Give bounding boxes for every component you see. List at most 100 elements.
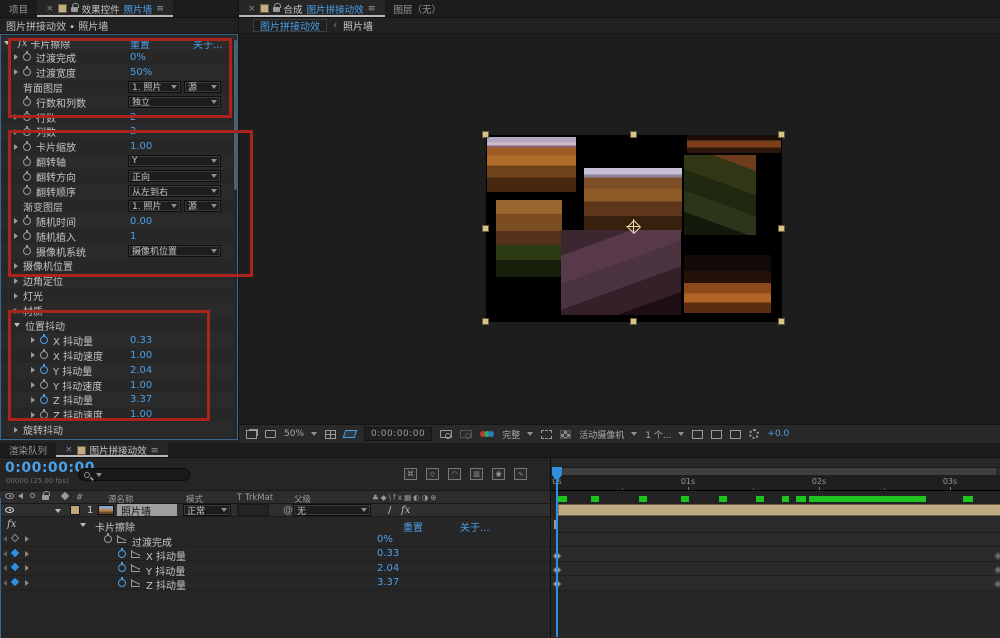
expand-arrow-icon[interactable] [31,352,35,358]
stopwatch-icon[interactable] [23,247,31,255]
layer-expand-icon[interactable] [55,509,61,513]
layer-name[interactable]: 照片墙 [117,504,177,516]
tab-project[interactable]: 项目 [0,0,37,17]
property-value[interactable]: 3.37 [377,577,399,588]
breadcrumb-parent[interactable]: 图片拼接动效 [253,19,327,32]
stopwatch-icon[interactable] [104,535,112,543]
timeline-property-row[interactable]: Z 抖动量3.37 [0,576,550,591]
channels-icon[interactable] [480,430,494,438]
tab-composition[interactable]: × 合成 图片拼接动效 ≡ [239,0,385,17]
mini-flowchart-icon[interactable] [730,430,741,439]
effect-row[interactable]: 卡片缩放1.00 [0,139,233,154]
property-dropdown[interactable]: 独立 [128,96,221,108]
effect-row[interactable]: 渐变图层1. 照片源 [0,199,233,214]
layer-visibility-icon[interactable] [5,507,14,513]
expand-arrow-icon[interactable] [14,114,18,120]
stopwatch-icon[interactable] [40,351,48,359]
expand-arrow-icon[interactable] [31,382,35,388]
snapshot-icon[interactable] [440,430,452,438]
effect-row[interactable]: 随机植入1 [0,229,233,244]
tab-layer[interactable]: 图层（无） [385,0,451,17]
composition-navigator-icon[interactable] [711,430,722,439]
prev-keyframe-icon[interactable] [3,565,7,571]
property-value[interactable]: 0.00 [130,216,152,227]
region-of-interest-icon[interactable] [541,430,552,439]
effect-row[interactable]: 摄像机系统摄像机位置 [0,244,233,259]
stopwatch-icon[interactable] [118,579,126,587]
stopwatch-icon[interactable] [23,143,31,151]
show-snapshot-icon[interactable] [460,430,472,438]
blend-mode-select[interactable]: 正常 [183,504,231,516]
tab-render-queue[interactable]: 渲染队列 [0,443,56,457]
property-dropdown[interactable]: 正向 [128,170,221,182]
exposure-value[interactable]: +0.0 [767,429,789,439]
grid-guides-icon[interactable] [325,430,336,439]
pickwhip-icon[interactable]: @ [283,505,293,516]
property-value[interactable]: 2 [130,112,136,123]
layer-row[interactable]: 1 照片墙 正常 @ 无 / fx [0,504,550,517]
stopwatch-icon[interactable] [118,564,126,572]
effect-row[interactable]: 行数和列数独立 [0,95,233,110]
effect-row[interactable]: 背面图层1. 照片源 [0,80,233,95]
graph-icon[interactable] [131,579,140,587]
prev-keyframe-icon[interactable] [3,536,7,542]
effect-header-row[interactable]: fx 卡片擦除 重置 关于... [0,36,238,50]
scrollbar-thumb[interactable] [234,40,237,190]
property-dropdown[interactable]: 摄像机位置 [128,245,221,257]
layer-handle[interactable] [482,318,489,325]
stopwatch-icon[interactable] [23,158,31,166]
mask-visibility-icon[interactable] [343,430,358,438]
panel-menu-icon[interactable]: ≡ [368,3,376,14]
close-icon[interactable]: × [65,445,73,455]
expand-arrow-icon[interactable] [14,144,18,150]
expand-arrow-icon[interactable] [14,233,18,239]
property-value[interactable]: 2 [130,126,136,137]
expand-arrow-icon[interactable] [14,278,18,284]
effect-row[interactable]: 行数2 [0,110,233,125]
expand-arrow-icon[interactable] [14,218,18,224]
property-value[interactable]: 0.33 [377,548,399,559]
parent-select[interactable]: 无 [293,504,371,516]
effect-row[interactable]: 旋转抖动 [0,422,233,437]
preview-timecode[interactable]: 0:00:00:00 [364,427,432,441]
source-dropdown[interactable]: 源 [184,81,221,93]
stopwatch-icon[interactable] [40,411,48,419]
expand-arrow-icon[interactable] [14,54,18,60]
effect-row-timeline[interactable]: fx 卡片擦除 重置 关于... [0,518,550,532]
expand-arrow-icon[interactable] [14,427,18,433]
effect-about-link[interactable]: 关于... [193,36,223,51]
effect-reset-link[interactable]: 重置 [130,36,150,51]
stopwatch-icon[interactable] [23,68,31,76]
source-dropdown[interactable]: 源 [184,200,221,212]
zoom-select[interactable]: 50% [284,429,317,439]
next-keyframe-icon[interactable] [25,536,29,542]
stopwatch-icon[interactable] [23,173,31,181]
expand-arrow-icon[interactable] [31,397,35,403]
frame-blend-icon[interactable]: ▥ [470,468,483,480]
fast-previews-icon[interactable] [749,429,759,439]
property-value[interactable]: 1.00 [130,409,152,420]
layer-handle[interactable] [630,318,637,325]
playhead-handle[interactable] [552,467,562,475]
expand-arrow-icon[interactable] [14,129,18,135]
property-value[interactable]: 1.00 [130,350,152,361]
close-icon[interactable]: × [46,4,54,14]
expand-arrow-icon[interactable] [31,337,35,343]
property-value[interactable]: 50% [130,67,152,78]
graph-icon[interactable] [131,564,140,572]
composition-frame[interactable] [486,135,782,322]
playhead-line[interactable] [556,467,558,637]
property-value[interactable]: 2.04 [130,365,152,376]
motion-blur-icon[interactable]: ◉ [492,468,505,480]
panel-menu-icon[interactable]: ≡ [151,445,159,456]
view-count-select[interactable]: 1 个... [645,428,684,441]
stopwatch-icon[interactable] [23,232,31,240]
property-dropdown[interactable]: 从左到右 [128,185,221,197]
tab-effect-controls[interactable]: × 效果控件 照片墙 ≡ [37,0,173,17]
stopwatch-icon[interactable] [23,98,31,106]
search-input[interactable] [78,468,190,481]
stopwatch-icon[interactable] [40,381,48,389]
monitor-icon[interactable] [265,430,276,438]
stopwatch-icon[interactable] [23,128,31,136]
property-value[interactable]: 0% [130,52,146,63]
